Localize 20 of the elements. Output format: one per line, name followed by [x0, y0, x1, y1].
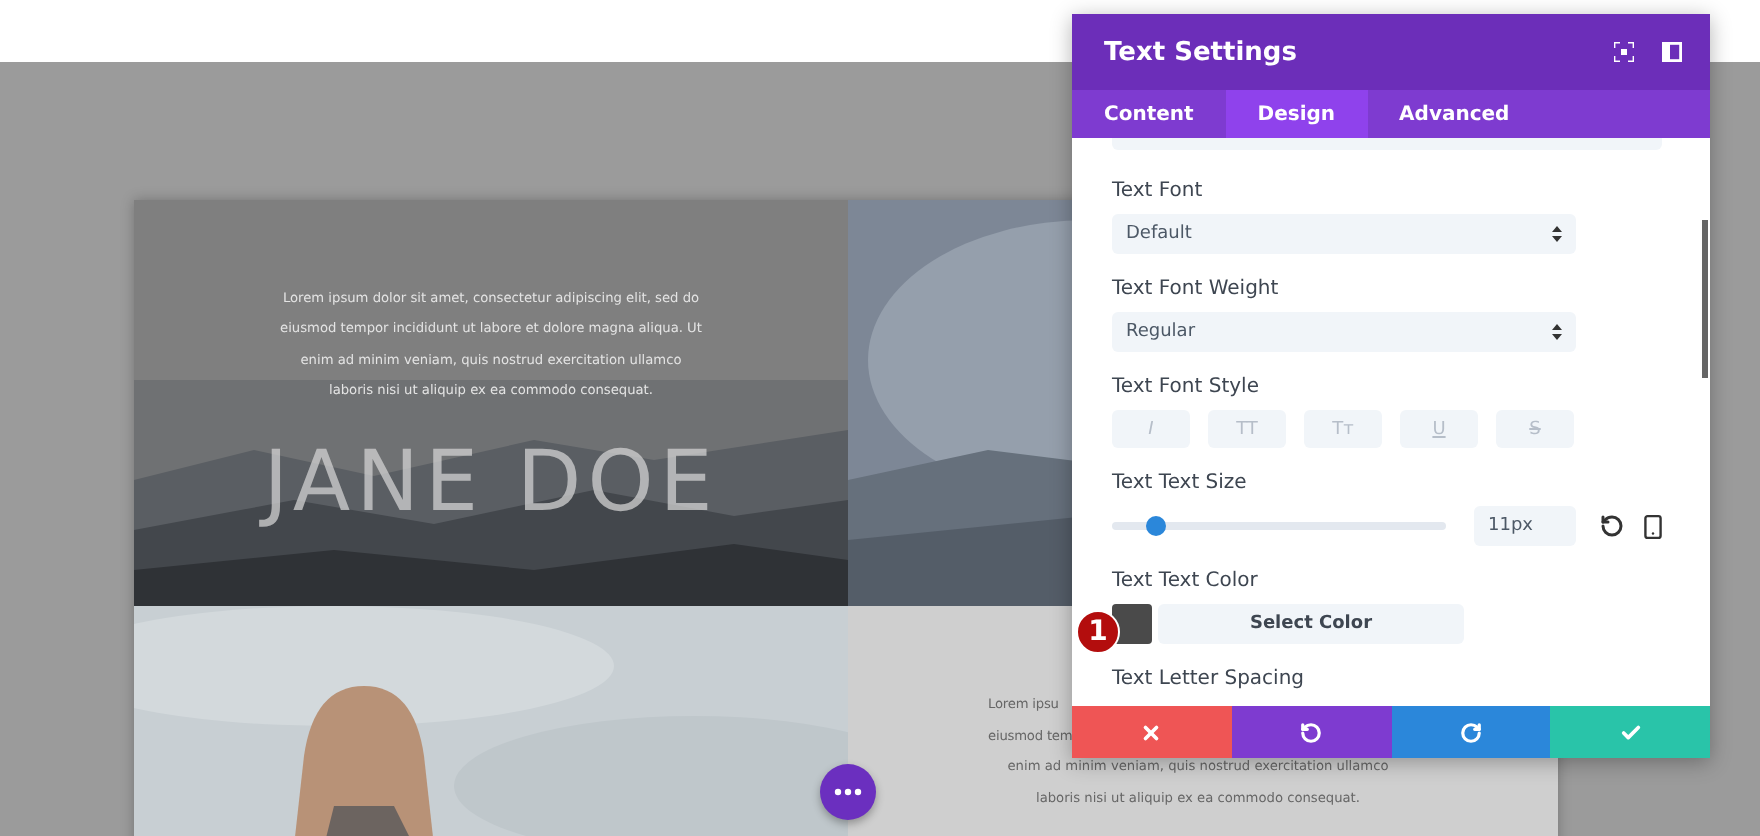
dots-icon [834, 788, 862, 796]
close-icon [1140, 721, 1163, 743]
reset-icon[interactable] [1600, 514, 1624, 538]
panel-title: Text Settings [1104, 37, 1299, 67]
tab[interactable]: Design [1225, 90, 1368, 138]
phone-icon[interactable] [1640, 513, 1666, 539]
tab[interactable]: Advanced [1367, 90, 1542, 138]
input-field[interactable] [1112, 138, 1662, 150]
tab[interactable]: Content [1072, 90, 1226, 138]
undo-icon [1300, 721, 1323, 743]
undo-button[interactable] [1231, 706, 1391, 758]
field-label: Text Letter Spacing [1112, 666, 1307, 694]
select-color-button[interactable]: Select Color [1158, 604, 1464, 644]
sidebar-icon[interactable] [1662, 42, 1682, 62]
redo-button[interactable] [1391, 706, 1551, 758]
check-icon [1619, 721, 1642, 743]
expand-icon[interactable] [1614, 42, 1634, 62]
field-label: Text Font [1112, 178, 1205, 206]
redo-icon [1459, 721, 1482, 743]
color-swatch[interactable] [1112, 604, 1152, 644]
